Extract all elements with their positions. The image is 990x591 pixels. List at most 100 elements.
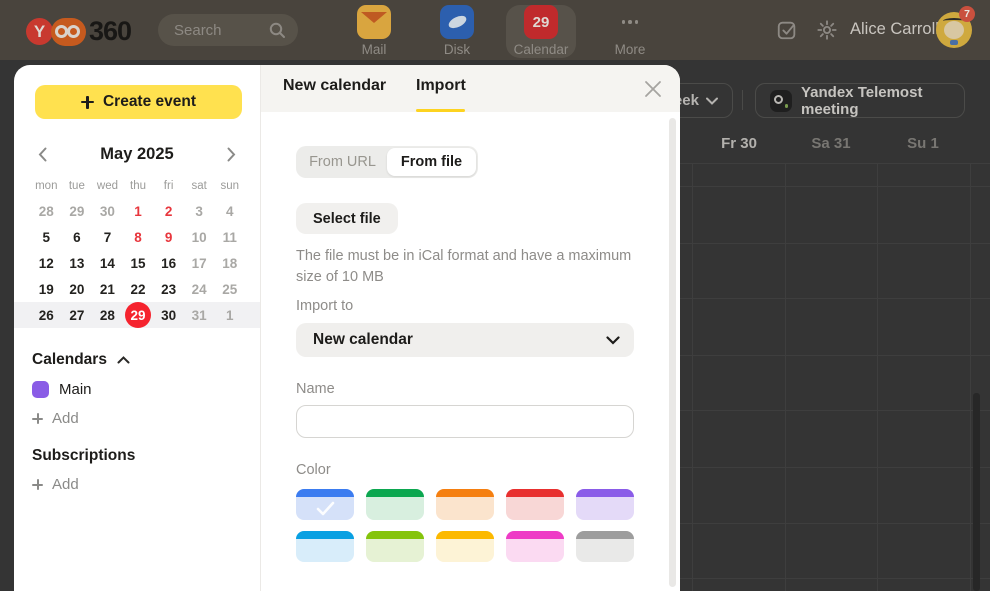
mini-calendar-day[interactable]: 26 xyxy=(31,302,62,328)
mini-calendar-day[interactable]: 5 xyxy=(31,224,62,250)
mini-calendar-day[interactable]: 22 xyxy=(123,276,154,302)
mini-calendar-day[interactable]: 30 xyxy=(92,198,123,224)
search-box[interactable] xyxy=(158,14,298,46)
import-to-select[interactable]: New calendar xyxy=(296,323,634,357)
day-column-header: Su 1 xyxy=(907,135,939,152)
app-more[interactable]: More xyxy=(595,5,665,58)
mini-calendar-day[interactable]: 18 xyxy=(214,250,245,276)
yandex-360-logo[interactable]: Y 360 xyxy=(26,16,132,47)
weekday-label: mon xyxy=(35,180,58,192)
page-scrollbar[interactable] xyxy=(973,393,980,591)
plus-icon xyxy=(80,95,94,109)
mini-calendar-day[interactable]: 28 xyxy=(92,302,123,328)
color-swatch[interactable] xyxy=(506,489,564,520)
mini-calendar-week-row: 28 29 30 1 2 3 4 xyxy=(14,198,260,224)
color-swatch[interactable] xyxy=(576,489,634,520)
from-file-segment[interactable]: From file xyxy=(387,148,476,176)
color-swatch[interactable] xyxy=(576,531,634,562)
yandex-360-mark-icon xyxy=(51,17,86,46)
mail-icon xyxy=(357,5,391,39)
mini-calendar-day[interactable]: 7 xyxy=(92,224,123,250)
screen: Week Yandex Telemost meeting Fr 30Sa 31S… xyxy=(0,0,990,591)
calendars-section-header[interactable]: Calendars xyxy=(32,351,130,369)
mini-calendar-day[interactable]: 29 xyxy=(123,302,154,328)
color-swatch[interactable] xyxy=(506,531,564,562)
mini-calendar-day[interactable]: 17 xyxy=(184,250,215,276)
tab-import[interactable]: Import xyxy=(416,77,466,95)
mini-calendar-day[interactable]: 19 xyxy=(31,276,62,302)
mini-calendar-day[interactable]: 31 xyxy=(184,302,215,328)
search-input[interactable] xyxy=(174,21,269,39)
calendar-list-item-main[interactable]: Main xyxy=(32,381,92,398)
mini-calendar-weekday-row: mon tue wed thu fri sat sun xyxy=(14,180,260,192)
dialog-scrollbar[interactable] xyxy=(669,118,676,587)
mini-calendar-day[interactable]: 9 xyxy=(153,224,184,250)
mini-calendar-week-row: 5 6 7 8 9 10 11 xyxy=(14,224,260,250)
mini-calendar-day[interactable]: 1 xyxy=(123,198,154,224)
close-icon[interactable] xyxy=(642,78,664,100)
tasks-check-square-icon[interactable] xyxy=(776,19,798,46)
mini-calendar-day[interactable]: 10 xyxy=(184,224,215,250)
calendar-name-input[interactable] xyxy=(296,405,634,438)
mini-calendar-day[interactable]: 16 xyxy=(153,250,184,276)
mini-calendar-day[interactable]: 20 xyxy=(62,276,93,302)
from-url-segment[interactable]: From URL xyxy=(298,148,387,176)
week-day-headers: Fr 30 Sa 31 Su 1 xyxy=(680,135,990,157)
color-swatch[interactable] xyxy=(436,489,494,520)
color-label: Color xyxy=(296,462,331,478)
weekday-label: thu xyxy=(130,180,147,192)
color-swatch[interactable] xyxy=(366,489,424,520)
add-subscription-button[interactable]: Add xyxy=(32,476,79,493)
chevron-down-icon xyxy=(705,97,718,105)
color-swatch[interactable] xyxy=(436,531,494,562)
mini-calendar-day[interactable]: 1 xyxy=(214,302,245,328)
mini-calendar-day[interactable]: 4 xyxy=(214,198,245,224)
mini-calendar-day[interactable]: 12 xyxy=(31,250,62,276)
weekday-label: wed xyxy=(96,180,118,192)
mini-calendar-day[interactable]: 15 xyxy=(123,250,154,276)
name-label: Name xyxy=(296,381,335,397)
mini-calendar-day[interactable]: 2 xyxy=(153,198,184,224)
app-mail[interactable]: Mail xyxy=(339,5,409,58)
mini-calendar-day[interactable]: 28 xyxy=(31,198,62,224)
mini-calendar-day[interactable]: 24 xyxy=(184,276,215,302)
color-swatch[interactable] xyxy=(296,489,354,520)
add-calendar-button[interactable]: Add xyxy=(32,410,79,427)
color-swatch[interactable] xyxy=(296,531,354,562)
select-file-button[interactable]: Select file xyxy=(296,203,398,234)
plus-icon xyxy=(32,413,43,424)
mini-calendar-day[interactable]: 14 xyxy=(92,250,123,276)
weekday-label: sun xyxy=(220,180,240,192)
mini-calendar-day[interactable]: 6 xyxy=(62,224,93,250)
weekday-label: fri xyxy=(163,180,174,192)
settings-gear-icon[interactable] xyxy=(816,19,838,46)
mini-calendar-week-row: 26 27 28 29 30 31 1 xyxy=(14,302,260,328)
next-month-button[interactable] xyxy=(227,147,236,167)
calendar-color-swatch xyxy=(32,381,49,398)
user-name[interactable]: Alice Carroll xyxy=(850,20,939,39)
app-disk[interactable]: Disk xyxy=(422,5,492,58)
file-requirements-text: The file must be in iCal format and have… xyxy=(296,248,632,285)
import-dialog: New calendar Import From URL From file S… xyxy=(260,65,680,591)
mini-calendar-day[interactable]: 25 xyxy=(214,276,245,302)
telemost-meeting-button[interactable]: Yandex Telemost meeting xyxy=(755,83,965,118)
notification-badge: 7 xyxy=(959,6,975,22)
mini-calendar-day[interactable]: 29 xyxy=(62,198,93,224)
mini-calendar-day[interactable]: 27 xyxy=(62,302,93,328)
mini-calendar-day[interactable]: 8 xyxy=(123,224,154,250)
mini-calendar-day[interactable]: 21 xyxy=(92,276,123,302)
mini-calendar-day[interactable]: 11 xyxy=(214,224,245,250)
app-calendar[interactable]: 29 Calendar xyxy=(506,5,576,58)
mini-calendar-day[interactable]: 3 xyxy=(184,198,215,224)
toolbar-divider xyxy=(742,90,743,110)
create-event-button[interactable]: Create event xyxy=(35,85,242,119)
tab-new-calendar[interactable]: New calendar xyxy=(283,77,386,95)
mini-calendar-day[interactable]: 30 xyxy=(153,302,184,328)
day-column-header: Fr 30 xyxy=(721,135,757,152)
mini-calendar-header: May 2025 xyxy=(14,145,260,167)
mini-calendar-day[interactable]: 23 xyxy=(153,276,184,302)
color-swatch[interactable] xyxy=(366,531,424,562)
mini-calendar-day[interactable]: 13 xyxy=(62,250,93,276)
disk-icon xyxy=(440,5,474,39)
user-avatar[interactable]: 7 xyxy=(936,6,975,48)
